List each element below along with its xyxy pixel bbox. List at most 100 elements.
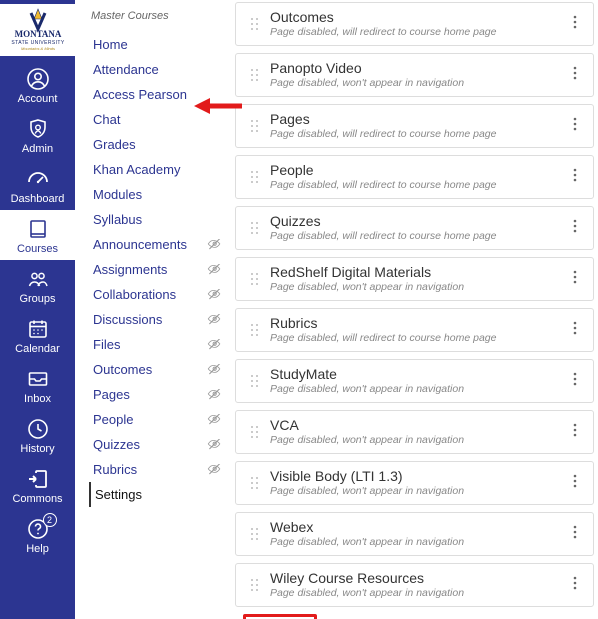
clock-icon: [25, 416, 51, 442]
course-nav-item[interactable]: Files: [89, 332, 233, 357]
course-nav-item[interactable]: Assignments: [89, 257, 233, 282]
global-nav-inbox[interactable]: Inbox: [0, 360, 75, 410]
nav-item-card: StudyMatePage disabled, won't appear in …: [235, 359, 594, 403]
global-nav-courses[interactable]: Courses: [0, 210, 75, 260]
drag-handle-icon[interactable]: [246, 322, 262, 338]
course-nav-label: Outcomes: [93, 362, 207, 377]
kebab-menu-icon[interactable]: [569, 14, 585, 33]
kebab-menu-icon[interactable]: [569, 575, 585, 594]
course-nav-label: Attendance: [93, 62, 229, 77]
navigation-settings-panel: Outcomes Page disabled, will redirect to …: [233, 0, 598, 619]
hidden-eye-icon: [207, 339, 223, 351]
nav-item-subtitle: Page disabled, will redirect to course h…: [270, 179, 569, 191]
course-nav-item[interactable]: People: [89, 407, 233, 432]
nav-item-title: Panopto Video: [270, 60, 569, 76]
breadcrumb[interactable]: Master Courses: [91, 10, 233, 22]
nav-item-title: Quizzes: [270, 213, 569, 229]
drag-handle-icon[interactable]: [246, 220, 262, 236]
course-nav-label: Discussions: [93, 312, 207, 327]
drag-handle-icon[interactable]: [246, 373, 262, 389]
nav-item-title: Rubrics: [270, 315, 569, 331]
people-icon: [25, 266, 51, 292]
kebab-menu-icon[interactable]: [569, 116, 585, 135]
global-nav-label: History: [20, 443, 54, 455]
hidden-eye-icon: [207, 314, 223, 326]
hidden-eye-icon: [207, 364, 223, 376]
course-nav-label: Rubrics: [93, 462, 207, 477]
global-nav-dashboard[interactable]: Dashboard: [0, 160, 75, 210]
drag-handle-icon[interactable]: [246, 118, 262, 134]
course-nav-item[interactable]: Rubrics: [89, 457, 233, 482]
kebab-menu-icon[interactable]: [569, 65, 585, 84]
hidden-eye-icon: [207, 289, 223, 301]
course-nav-item[interactable]: Modules: [89, 182, 233, 207]
global-nav-help[interactable]: 2Help: [0, 510, 75, 560]
global-nav-label: Account: [18, 93, 58, 105]
course-nav-item[interactable]: Home: [89, 32, 233, 57]
nav-item-subtitle: Page disabled, won't appear in navigatio…: [270, 536, 569, 548]
course-nav: Master Courses Home Attendance Access Pear…: [75, 0, 233, 619]
course-nav-item[interactable]: Quizzes: [89, 432, 233, 457]
kebab-menu-icon[interactable]: [569, 422, 585, 441]
nav-item-card: RubricsPage disabled, will redirect to c…: [235, 308, 594, 352]
course-nav-label: Announcements: [93, 237, 207, 252]
course-nav-item[interactable]: Outcomes: [89, 357, 233, 382]
kebab-menu-icon[interactable]: [569, 269, 585, 288]
kebab-menu-icon[interactable]: [569, 167, 585, 186]
nav-item-card: PagesPage disabled, will redirect to cou…: [235, 104, 594, 148]
course-nav-item[interactable]: Grades: [89, 132, 233, 157]
nav-item-title: Outcomes: [270, 9, 569, 25]
kebab-menu-icon[interactable]: [569, 473, 585, 492]
global-nav-label: Calendar: [15, 343, 60, 355]
course-nav-label: Grades: [93, 137, 229, 152]
course-nav-label: Home: [93, 37, 229, 52]
course-nav-item[interactable]: Settings: [89, 482, 233, 507]
drag-handle-icon[interactable]: [246, 475, 262, 491]
nav-item-card: VCAPage disabled, won't appear in naviga…: [235, 410, 594, 454]
course-nav-item[interactable]: Access Pearson: [89, 82, 233, 107]
nav-item-card: OutcomesPage disabled, will redirect to …: [235, 2, 594, 46]
drag-handle-icon[interactable]: [246, 67, 262, 83]
nav-item-title: RedShelf Digital Materials: [270, 264, 569, 280]
drag-handle-icon[interactable]: [246, 526, 262, 542]
global-nav-label: Commons: [12, 493, 62, 505]
course-nav-item[interactable]: Chat: [89, 107, 233, 132]
hidden-eye-icon: [207, 464, 223, 476]
drag-handle-icon[interactable]: [246, 169, 262, 185]
nav-item-subtitle: Page disabled, won't appear in navigatio…: [270, 434, 569, 446]
course-nav-item[interactable]: Syllabus: [89, 207, 233, 232]
global-nav-calendar[interactable]: Calendar: [0, 310, 75, 360]
calendar-icon: [25, 316, 51, 342]
nav-item-card: PeoplePage disabled, will redirect to co…: [235, 155, 594, 199]
nav-item-title: VCA: [270, 417, 569, 433]
course-nav-item[interactable]: Collaborations: [89, 282, 233, 307]
course-nav-item[interactable]: Pages: [89, 382, 233, 407]
course-nav-item[interactable]: Khan Academy: [89, 157, 233, 182]
shield-icon: [25, 116, 51, 142]
course-nav-label: Syllabus: [93, 212, 229, 227]
nav-item-title: Webex: [270, 519, 569, 535]
course-nav-item[interactable]: Attendance: [89, 57, 233, 82]
global-nav-label: Dashboard: [11, 193, 65, 205]
global-nav-account[interactable]: Account: [0, 60, 75, 110]
institution-logo[interactable]: MONTANA STATE UNIVERSITY Mountains & Min…: [0, 4, 75, 56]
drag-handle-icon[interactable]: [246, 16, 262, 32]
drag-handle-icon[interactable]: [246, 424, 262, 440]
course-nav-item[interactable]: Discussions: [89, 307, 233, 332]
drag-handle-icon[interactable]: [246, 271, 262, 287]
nav-item-card: QuizzesPage disabled, will redirect to c…: [235, 206, 594, 250]
kebab-menu-icon[interactable]: [569, 371, 585, 390]
course-nav-label: Assignments: [93, 262, 207, 277]
drag-handle-icon[interactable]: [246, 577, 262, 593]
global-nav-commons[interactable]: Commons: [0, 460, 75, 510]
global-nav-label: Help: [26, 543, 49, 555]
kebab-menu-icon[interactable]: [569, 524, 585, 543]
kebab-menu-icon[interactable]: [569, 320, 585, 339]
inbox-icon: [25, 366, 51, 392]
global-nav-history[interactable]: History: [0, 410, 75, 460]
help-icon: 2: [25, 516, 51, 542]
kebab-menu-icon[interactable]: [569, 218, 585, 237]
course-nav-item[interactable]: Announcements: [89, 232, 233, 257]
global-nav-admin[interactable]: Admin: [0, 110, 75, 160]
global-nav-groups[interactable]: Groups: [0, 260, 75, 310]
